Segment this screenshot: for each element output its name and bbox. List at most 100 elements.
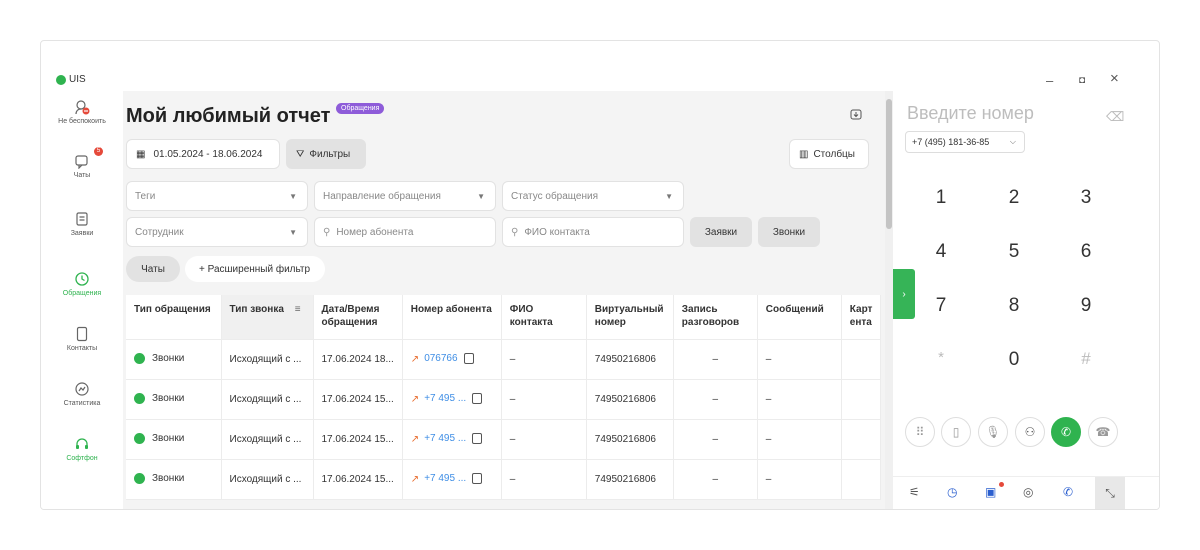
dial-key-2[interactable]: 2: [994, 187, 1034, 209]
table-row[interactable]: Звонки Исходящий с ... 17.06.2024 15... …: [126, 379, 882, 420]
column-header[interactable]: Номер абонента: [402, 295, 502, 340]
dial-key-star[interactable]: *: [921, 349, 961, 366]
advanced-filter-button[interactable]: + Расширенный фильтр: [185, 256, 325, 282]
sidebar: Не беспокоить 5 Чаты Заявки Обращения Ко…: [41, 91, 123, 509]
tags-select[interactable]: Теги ▼: [126, 181, 308, 211]
subscriber-number-link[interactable]: +7 495 ...: [424, 394, 466, 405]
status-select[interactable]: Статус обращения ▼: [502, 181, 684, 211]
direction-select[interactable]: Направление обращения ▼: [314, 181, 496, 211]
contact-name-input[interactable]: ⚲ ФИО контакта: [502, 217, 684, 247]
copy-icon[interactable]: [472, 473, 483, 485]
cell-call-type: Исходящий с ...: [221, 459, 314, 500]
cell-recording: –: [673, 459, 758, 500]
sort-icon[interactable]: ≡: [295, 304, 301, 315]
cell-contact: –: [501, 459, 587, 500]
sidebar-item-requests[interactable]: Заявки: [41, 211, 123, 237]
column-header[interactable]: Сообщений: [757, 295, 842, 340]
column-header-label: Дата/Время обращения: [321, 304, 380, 328]
copy-icon[interactable]: [472, 393, 483, 405]
dial-key-hash[interactable]: #: [1066, 349, 1106, 369]
hangup-button[interactable]: ☎: [1088, 417, 1118, 447]
sidebar-item-appeals[interactable]: Обращения: [41, 271, 123, 297]
column-header[interactable]: Дата/Время обращения: [313, 295, 403, 340]
column-header[interactable]: Запись разговоров: [673, 295, 758, 340]
statistics-icon: [75, 382, 89, 396]
column-header[interactable]: Карт ента: [841, 295, 882, 340]
sidebar-item-contacts[interactable]: Контакты: [41, 326, 123, 352]
contact-name-placeholder: ФИО контакта: [524, 226, 590, 238]
column-header-label: Тип обращения: [134, 304, 211, 315]
sidebar-item-dnd[interactable]: Не беспокоить: [41, 99, 123, 125]
dial-key-0[interactable]: 0: [994, 349, 1034, 371]
phone-number-input[interactable]: Введите номер: [907, 103, 1034, 124]
dnd-icon[interactable]: ◎: [1023, 485, 1033, 499]
filters-button[interactable]: ⛛ Фильтры: [286, 139, 366, 169]
vertical-scrollbar[interactable]: [885, 91, 893, 509]
dialpad-button[interactable]: ⠿: [905, 417, 935, 447]
cell-number: ↗ +7 495 ...: [402, 419, 502, 460]
cell-type: Звонки: [126, 419, 222, 460]
mute-button[interactable]: 🎙: [978, 417, 1008, 447]
column-header[interactable]: Виртуальный номер: [586, 295, 674, 340]
chats-chip[interactable]: Чаты: [126, 256, 180, 282]
report-panel: Мой любимый отчет Обращения ▦ 01.05.2024…: [123, 91, 893, 509]
column-header[interactable]: Тип звонка ≡: [221, 295, 314, 340]
sidebar-item-chats[interactable]: 5 Чаты: [41, 147, 123, 179]
history-icon[interactable]: ◷: [947, 485, 957, 499]
calls-toggle[interactable]: Звонки: [758, 217, 820, 247]
sidebar-item-softphone[interactable]: Софтфон: [41, 436, 123, 462]
cell-datetime: 17.06.2024 15...: [313, 419, 403, 460]
dial-key-1[interactable]: 1: [921, 187, 961, 209]
outgoing-arrow-icon: ↗: [410, 433, 420, 445]
chat-icon[interactable]: ▣: [985, 485, 996, 499]
cell-virtual-number: 74950216806: [586, 339, 674, 380]
column-header[interactable]: Тип обращения: [126, 295, 222, 340]
dial-key-4[interactable]: 4: [921, 241, 961, 263]
dial-key-7[interactable]: 7: [921, 295, 961, 317]
sidebar-item-label: Статистика: [63, 400, 101, 407]
caller-id-select[interactable]: +7 (495) 181-36-85 ⌵: [905, 131, 1025, 153]
restore-button[interactable]: ◘: [1079, 75, 1085, 86]
sidebar-item-statistics[interactable]: Статистика: [41, 381, 123, 407]
copy-icon[interactable]: [472, 433, 483, 445]
scrollbar-thumb[interactable]: [886, 99, 892, 229]
subscriber-number-link[interactable]: +7 495 ...: [424, 434, 466, 445]
cell-call-type: Исходящий с ...: [221, 419, 314, 460]
subscriber-number-link[interactable]: 076766: [424, 354, 457, 365]
table-row[interactable]: Звонки Исходящий с ... 17.06.2024 18... …: [126, 339, 882, 380]
dial-key-3[interactable]: 3: [1066, 187, 1106, 209]
employee-select[interactable]: Сотрудник ▼: [126, 217, 308, 247]
call-button[interactable]: ✆: [1051, 417, 1081, 447]
table-row[interactable]: Звонки Исходящий с ... 17.06.2024 15... …: [126, 459, 882, 500]
cell-card: [841, 339, 882, 380]
dial-key-8[interactable]: 8: [994, 295, 1034, 317]
dial-key-6[interactable]: 6: [1066, 241, 1106, 263]
device-button[interactable]: ▯: [941, 417, 971, 447]
backspace-icon[interactable]: ⌫: [1106, 109, 1124, 125]
download-icon[interactable]: [850, 108, 862, 120]
settings-icon[interactable]: ⚟: [909, 485, 920, 499]
incoming-call-icon[interactable]: ✆: [1063, 485, 1073, 499]
contacts-icon: [76, 326, 88, 342]
close-button[interactable]: ×: [1110, 70, 1119, 87]
expand-panel-handle[interactable]: ›: [893, 269, 915, 319]
sidebar-item-label: Контакты: [66, 345, 98, 352]
table-row[interactable]: Звонки Исходящий с ... 17.06.2024 15... …: [126, 419, 882, 460]
dial-key-5[interactable]: 5: [994, 241, 1034, 263]
date-range-picker[interactable]: ▦ 01.05.2024 - 18.06.2024: [126, 139, 280, 169]
subscriber-number-input[interactable]: ⚲ Номер абонента: [314, 217, 496, 247]
collapse-icon[interactable]: ⤡: [1095, 477, 1125, 509]
copy-icon[interactable]: [463, 353, 474, 365]
requests-toggle[interactable]: Заявки: [690, 217, 752, 247]
minimize-button[interactable]: –: [1046, 73, 1053, 88]
column-header[interactable]: ФИО контакта: [501, 295, 587, 340]
cell-virtual-number: 74950216806: [586, 419, 674, 460]
dial-key-9[interactable]: 9: [1066, 295, 1106, 317]
cell-card: [841, 459, 882, 500]
subscriber-number-placeholder: Номер абонента: [336, 226, 414, 238]
search-icon: ⚲: [511, 226, 519, 238]
call-type-icon: [134, 433, 145, 445]
columns-button[interactable]: ▥ Столбцы: [789, 139, 869, 169]
add-participant-button[interactable]: ⚇: [1015, 417, 1045, 447]
subscriber-number-link[interactable]: +7 495 ...: [424, 474, 466, 485]
